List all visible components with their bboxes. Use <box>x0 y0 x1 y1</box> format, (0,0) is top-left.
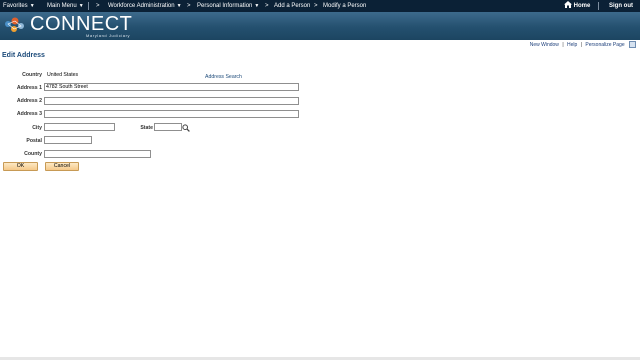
new-window-link[interactable]: New Window <box>530 42 559 48</box>
home-icon <box>564 1 572 8</box>
ok-button[interactable]: OK <box>3 162 38 171</box>
page-options-icon[interactable] <box>629 41 636 48</box>
city-input[interactable] <box>44 123 115 131</box>
breadcrumb-separator: > <box>96 3 100 9</box>
page-title: Edit Address <box>2 52 45 59</box>
workforce-administration-menu[interactable]: Workforce Administration ▼ <box>108 0 182 12</box>
help-link[interactable]: Help <box>567 42 577 48</box>
sign-out-link[interactable]: Sign out <box>609 0 633 12</box>
state-label: State <box>140 125 153 131</box>
personal-information-label: Personal Information <box>197 3 253 9</box>
address3-label: Address 3 <box>16 111 42 117</box>
main-menu-label: Main Menu <box>47 3 77 9</box>
country-value: United States <box>47 72 79 78</box>
address1-label: Address 1 <box>16 85 42 91</box>
caret-down-icon: ▼ <box>254 3 260 9</box>
home-link[interactable]: Home <box>564 0 590 12</box>
utility-separator: | <box>580 41 583 48</box>
connect-logo-icon <box>5 17 24 32</box>
favorites-label: Favorites <box>3 3 28 9</box>
logo-subtitle: Maryland Judiciary <box>86 33 131 38</box>
utility-separator: | <box>562 41 564 48</box>
address2-label: Address 2 <box>16 98 42 104</box>
home-label: Home <box>573 3 591 9</box>
address-search-link[interactable]: Address Search <box>205 74 242 80</box>
state-lookup-icon[interactable] <box>182 124 190 132</box>
favorites-menu[interactable]: Favorites ▼ <box>3 0 35 12</box>
top-navigation-bar: Favorites ▼ Main Menu ▼ > Workforce Admini… <box>0 0 640 12</box>
nav-divider <box>598 2 599 10</box>
main-menu[interactable]: Main Menu ▼ <box>47 0 84 12</box>
page-utility-links: New Window | Help | Personalize Page <box>530 41 636 49</box>
address2-input[interactable] <box>44 97 299 105</box>
breadcrumb-separator: > <box>187 3 191 9</box>
city-label: City <box>32 125 42 131</box>
postal-input[interactable] <box>44 136 92 144</box>
cancel-button[interactable]: Cancel <box>45 162 79 171</box>
address1-input[interactable] <box>44 83 299 91</box>
country-label: Country <box>22 72 42 78</box>
banner: CONNECT Maryland Judiciary <box>0 12 640 40</box>
address3-input[interactable] <box>44 110 299 118</box>
nav-divider <box>88 2 89 10</box>
add-a-person-link[interactable]: Add a Person <box>274 0 310 12</box>
caret-down-icon: ▼ <box>78 3 84 9</box>
caret-down-icon: ▼ <box>29 3 35 9</box>
county-input[interactable] <box>44 150 151 158</box>
workforce-administration-label: Workforce Administration <box>108 3 175 9</box>
personal-information-menu[interactable]: Personal Information ▼ <box>197 0 259 12</box>
breadcrumb-separator: > <box>314 3 318 9</box>
postal-label: Postal <box>26 138 42 144</box>
county-label: County <box>24 151 42 157</box>
state-input[interactable] <box>154 123 182 131</box>
caret-down-icon: ▼ <box>176 3 182 9</box>
breadcrumb-separator: > <box>265 3 269 9</box>
personalize-page-link[interactable]: Personalize Page <box>585 42 624 48</box>
modify-a-person-link[interactable]: Modify a Person <box>323 0 366 12</box>
